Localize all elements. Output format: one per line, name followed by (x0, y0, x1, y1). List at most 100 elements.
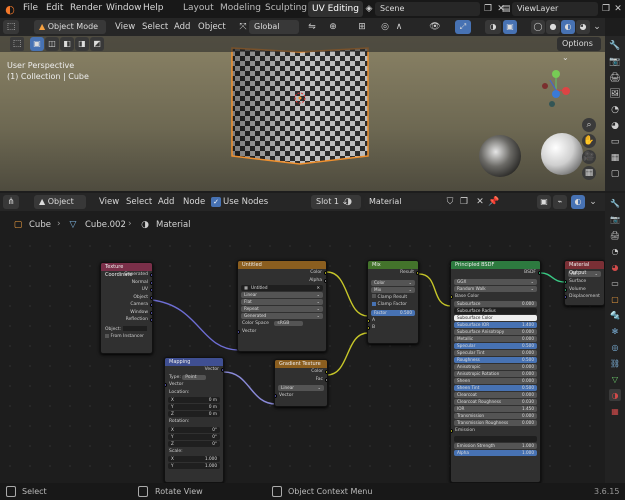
tab-uv-editing[interactable]: UV Editing (308, 1, 363, 17)
output-tab-icon[interactable]: 🖨 (608, 72, 622, 84)
distribution-dropdown[interactable]: GGX ⌄ (454, 278, 537, 285)
shader-type-dropdown[interactable]: ▲ Object (34, 195, 86, 209)
menu-render[interactable]: Render (70, 3, 102, 13)
modifier-properties-icon[interactable]: 🔩 (609, 309, 621, 321)
alpha-field[interactable]: Alpha 1.000 (454, 449, 537, 456)
image-datablock-field[interactable]: ▦ Untitled ✕ (241, 285, 323, 291)
socket-a[interactable]: A (368, 317, 418, 325)
proportional-edit-icon[interactable]: ◎ (378, 20, 392, 34)
color-space-dropdown[interactable]: sRGB (274, 321, 304, 326)
clamp-factor-checkbox[interactable] (372, 301, 376, 306)
bsdf-input-field[interactable]: Subsurface 0.000 (454, 301, 537, 307)
pivot-icon[interactable]: ⇋ (305, 20, 319, 34)
socket-alpha[interactable]: Alpha (238, 277, 326, 285)
overlay-toggle-icon[interactable]: ◑ (485, 20, 501, 34)
socket-normal[interactable]: Normal (101, 279, 152, 287)
mode-dropdown[interactable]: ▲ Object Mode (34, 20, 106, 34)
pin-icon[interactable]: 📌 (488, 195, 500, 209)
socket-displacement[interactable]: Displacement (565, 293, 604, 301)
use-nodes-checkbox[interactable]: ✓ (211, 197, 221, 207)
snapping-icon[interactable]: ⌁ (553, 195, 567, 209)
world-properties-icon[interactable]: ◕ (609, 261, 621, 273)
bsdf-input-field[interactable]: Clearcoat 0.000 (454, 392, 537, 398)
select-subtract-icon[interactable]: ◧ (60, 37, 74, 51)
view-layer-icon[interactable]: ▤ (500, 2, 512, 16)
object-properties-icon[interactable]: ▢ (609, 293, 621, 305)
snap-icon[interactable]: ⊕ (326, 20, 340, 34)
socket-vector[interactable]: Vector (238, 328, 326, 336)
node-menu-select[interactable]: Select (126, 197, 152, 207)
node-header[interactable]: Untitled (238, 261, 326, 269)
node-header[interactable]: Gradient Texture (275, 360, 327, 368)
socket-emission[interactable]: Emission (451, 427, 540, 435)
close-view-layer-icon[interactable]: ✕ (612, 2, 624, 16)
grid-view-icon[interactable]: ▦ (582, 166, 596, 180)
node-editor-type-icon[interactable]: ⋔ (3, 195, 19, 209)
constraints-properties-icon[interactable]: ⛓ (609, 357, 621, 369)
breadcrumb-material[interactable]: Material (156, 220, 191, 230)
gizmo-toggle-icon[interactable]: ⤢ (455, 20, 471, 34)
pan-hand-icon[interactable]: ✋ (582, 134, 596, 148)
unlink-material-icon[interactable]: ✕ (474, 195, 486, 209)
socket-vector-out[interactable]: Vector (165, 366, 223, 374)
socket-bsdf[interactable]: BSDF (451, 269, 540, 277)
gizmo-z-axis-icon[interactable] (552, 90, 560, 98)
factor-slider[interactable]: Factor 0.500 (371, 309, 415, 316)
output-properties-icon[interactable]: 🖨 (609, 229, 621, 241)
rotation-x-field[interactable]: X 0° (168, 426, 220, 433)
view-layer-field[interactable]: ViewLayer (512, 2, 598, 16)
texture-coordinate-node[interactable]: Texture Coordinate Generated Normal UV O… (100, 262, 153, 354)
socket-base-color[interactable]: Base Color (451, 293, 540, 301)
socket-vector[interactable]: Vector (275, 392, 327, 400)
material-name-field[interactable]: Material (364, 195, 442, 209)
principled-bsdf-node[interactable]: Principled BSDF BSDF GGX ⌄ Random Walk ⌄ B… (450, 260, 541, 483)
socket-object[interactable]: Object (101, 294, 152, 302)
tool-tab-icon[interactable]: 🔧 (608, 40, 622, 52)
scene-tab-icon[interactable]: ◔ (608, 104, 622, 116)
material-output-node[interactable]: Material Output All ⌄ Surface Volume Disp… (564, 260, 605, 306)
bsdf-input-field[interactable]: Transmission Roughness 0.000 (454, 420, 537, 426)
node-menu-view[interactable]: View (99, 197, 119, 207)
bsdf-input-field[interactable]: Specular 0.500 (454, 343, 537, 349)
emission-strength-field[interactable]: Emission Strength 1.000 (454, 442, 537, 449)
socket-color[interactable]: Color (238, 269, 326, 277)
menu-window[interactable]: Window (106, 3, 142, 13)
editor-type-icon[interactable]: ⬚ (3, 20, 19, 34)
zoom-icon[interactable]: ⌕ (582, 118, 596, 132)
node-editor-canvas[interactable]: Texture Coordinate Generated Normal UV O… (0, 236, 605, 483)
mapping-node[interactable]: Mapping Vector Type: Point Vector Locati… (164, 357, 224, 483)
copy-scene-icon[interactable]: ❐ (482, 2, 494, 16)
texture-properties-icon[interactable]: ▦ (609, 405, 621, 417)
breadcrumb-object[interactable]: Cube (29, 220, 51, 230)
viewport-menu-view[interactable]: View (115, 22, 135, 32)
collection-properties-icon[interactable]: ▭ (609, 277, 621, 289)
render-properties-icon[interactable]: 📷 (609, 213, 621, 225)
select-extend-icon[interactable]: ◫ (45, 37, 59, 51)
bsdf-input-field[interactable]: Sheen 0.000 (454, 378, 537, 384)
clamp-result-row[interactable]: Clamp Result (368, 294, 418, 302)
blend-mode-dropdown[interactable]: Mix ⌄ (371, 286, 415, 293)
shading-material-icon[interactable]: ◐ (561, 20, 575, 34)
tab-layout[interactable]: Layout (183, 3, 214, 13)
material-browse-icon[interactable]: ◑ (341, 195, 355, 209)
select-new-icon[interactable]: ▣ (30, 37, 44, 51)
menu-help[interactable]: Help (143, 3, 164, 13)
visibility-icon[interactable]: 👁 (428, 20, 442, 34)
location-x-field[interactable]: X 0 m (168, 397, 220, 403)
bsdf-input-field[interactable]: Specular Tint 0.000 (454, 350, 537, 356)
from-instancer-checkbox[interactable] (105, 333, 109, 338)
subsurface-method-dropdown[interactable]: Random Walk ⌄ (454, 285, 537, 292)
menu-file[interactable]: File (23, 3, 38, 13)
menu-edit[interactable]: Edit (46, 3, 63, 13)
tab-modeling[interactable]: Modeling (220, 3, 261, 13)
bsdf-input-field[interactable]: Subsurface Color (454, 315, 537, 321)
node-menu-node[interactable]: Node (183, 197, 205, 207)
mesh-data-properties-icon[interactable]: ▽ (609, 373, 621, 385)
location-z-field[interactable]: Z 0 m (168, 411, 220, 417)
rotation-y-field[interactable]: Y 0° (168, 433, 220, 440)
data-type-dropdown[interactable]: Color ⌄ (371, 279, 415, 286)
node-overlay-icon[interactable]: ◐ (571, 195, 585, 209)
tab-sculpting[interactable]: Sculpting (265, 3, 307, 13)
3d-viewport[interactable]: User Perspective (1) Collection | Cube ⌕… (0, 36, 605, 191)
render-tab-icon[interactable]: 📷 (608, 56, 622, 68)
